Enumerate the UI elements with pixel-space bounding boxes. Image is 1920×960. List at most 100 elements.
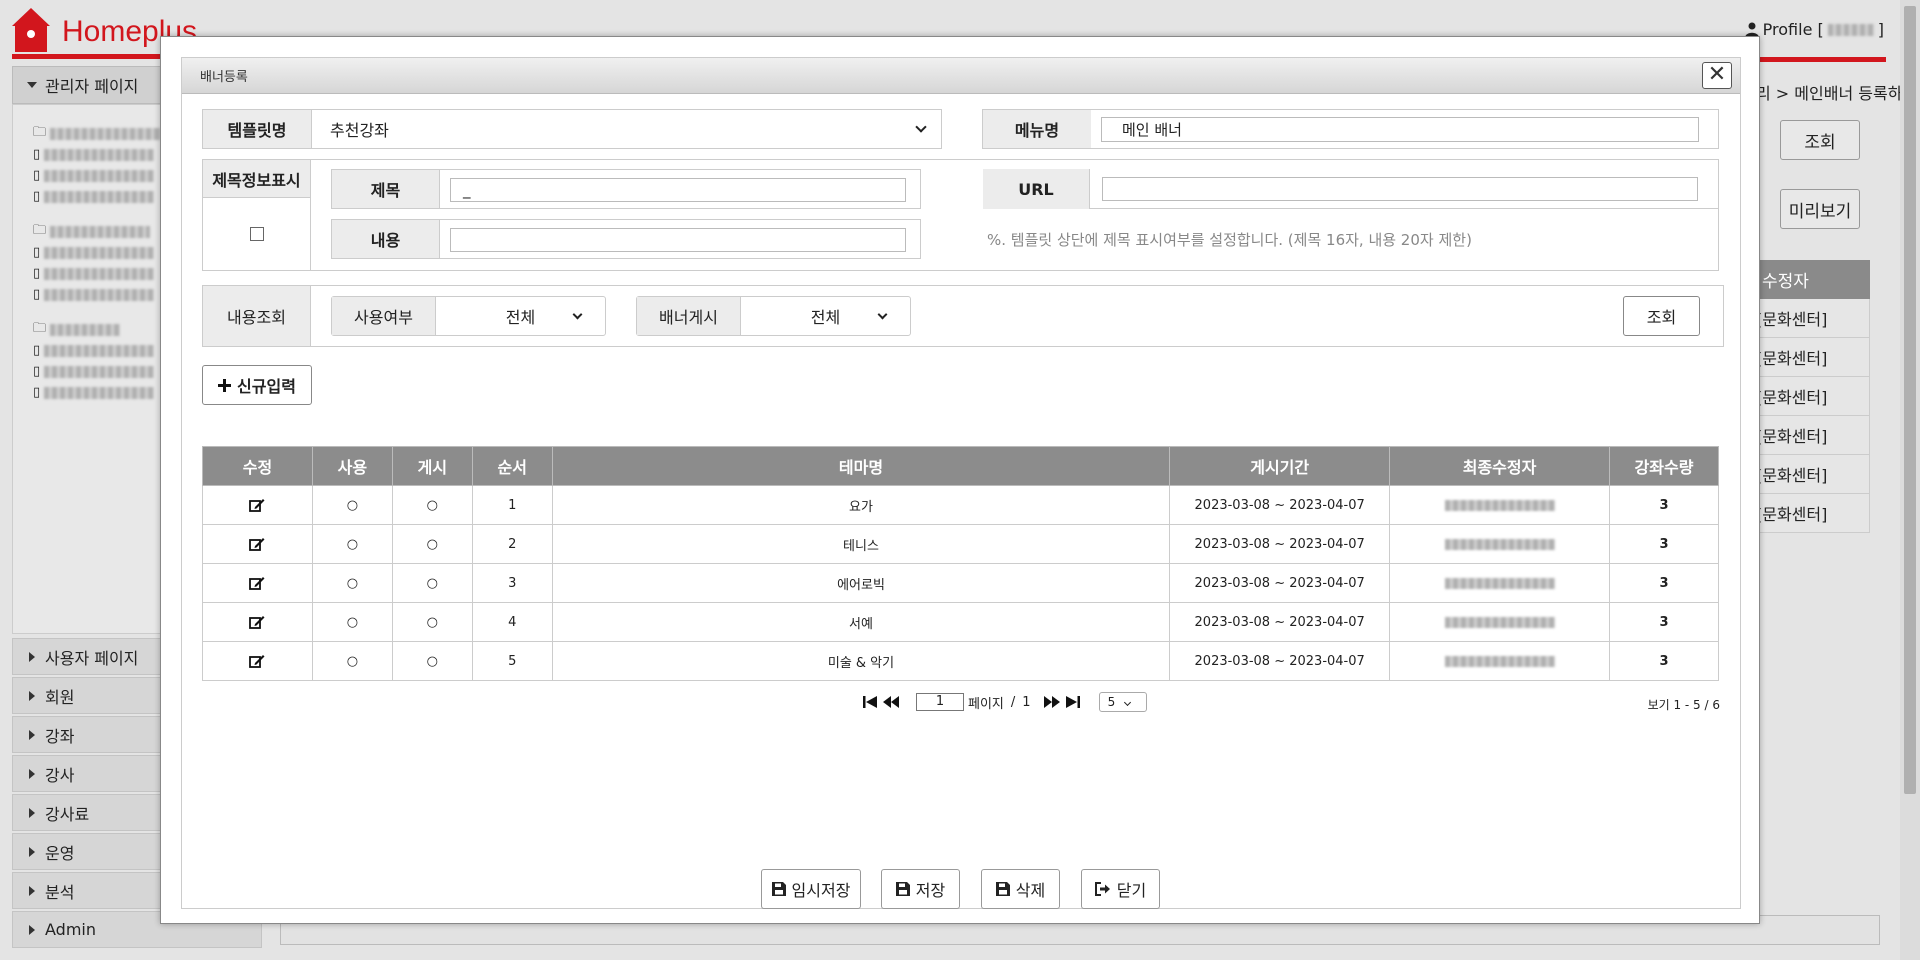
- folder-icon: 🗀: [33, 222, 47, 238]
- template-select[interactable]: 추천강좌: [311, 110, 941, 148]
- banner-table: 수정 사용 게시 순서 테마명 게시기간 최종수정자 강좌수량 ○ ○ 1 요가: [202, 446, 1719, 681]
- subject-field[interactable]: _: [450, 178, 906, 202]
- caret-right-icon: [29, 690, 35, 701]
- close-icon[interactable]: ✕: [1702, 62, 1732, 89]
- template-select-value: 추천강좌: [330, 121, 389, 140]
- phone-icon: ▯: [33, 189, 41, 204]
- post-filter-label: 배너게시: [637, 297, 741, 335]
- edit-icon[interactable]: [249, 615, 265, 630]
- modifier-cell: [1389, 641, 1610, 681]
- modifier-redacted: [1444, 499, 1555, 511]
- modifier-cell: [1389, 524, 1610, 564]
- profile-area[interactable]: Profile [ ]: [1744, 20, 1884, 39]
- background-cell: [문화센터]: [1756, 338, 1870, 377]
- background-search-button[interactable]: 조회: [1780, 120, 1860, 160]
- page-scrollbar[interactable]: [1900, 0, 1920, 960]
- new-entry-button[interactable]: 신규입력: [202, 365, 312, 405]
- last-page-icon[interactable]: [1065, 695, 1081, 709]
- edit-icon[interactable]: [249, 654, 265, 669]
- background-cell: [문화센터]: [1756, 494, 1870, 533]
- theme-cell: 요가: [551, 485, 1171, 525]
- sidebar-item-label: 강좌: [45, 726, 75, 746]
- title-display-checkbox[interactable]: [249, 227, 264, 241]
- period-cell: 2023-03-08 ~ 2023-04-07: [1169, 602, 1391, 642]
- sidebar-item-label: 분석: [45, 882, 75, 902]
- table-row: ○ ○ 4 서예 2023-03-08 ~ 2023-04-07 3: [202, 602, 1719, 642]
- sidebar-item-label: 회원: [45, 687, 75, 707]
- use-cell: ○: [311, 602, 393, 642]
- content-row: 내용: [331, 219, 921, 259]
- chevron-down-icon: [877, 309, 888, 320]
- phone-icon: ▯: [33, 245, 41, 260]
- new-entry-label: 신규입력: [237, 377, 296, 396]
- sidebar-item-label: 운영: [45, 843, 75, 863]
- phone-icon: ▯: [33, 287, 41, 302]
- previous-page-icon[interactable]: [882, 695, 900, 709]
- subject-label: 제목: [332, 170, 440, 208]
- save-label: 저장: [915, 881, 946, 900]
- modifier-redacted: [1444, 655, 1555, 667]
- table-row: ○ ○ 1 요가 2023-03-08 ~ 2023-04-07 3: [202, 485, 1719, 525]
- theme-cell: 미술 & 악기: [551, 641, 1171, 681]
- total-pages: 1: [1022, 694, 1031, 710]
- use-filter-value: 전체: [505, 308, 536, 327]
- post-cell: ○: [391, 641, 473, 681]
- table-row: ○ ○ 2 테니스 2023-03-08 ~ 2023-04-07 3: [202, 524, 1719, 564]
- period-cell: 2023-03-08 ~ 2023-04-07: [1169, 485, 1391, 525]
- modal-titlebar: 배너등록 ✕: [182, 58, 1740, 94]
- page-number-input[interactable]: 1: [916, 693, 964, 711]
- search-button[interactable]: 조회: [1623, 296, 1700, 336]
- edit-icon[interactable]: [249, 498, 265, 513]
- title-display-label: 제목정보표시: [203, 160, 311, 198]
- modifier-cell: [1389, 602, 1610, 642]
- background-cell: [문화센터]: [1756, 455, 1870, 494]
- caret-right-icon: [29, 729, 35, 740]
- profile-name-redacted: [1827, 23, 1874, 36]
- edit-icon[interactable]: [249, 576, 265, 591]
- title-info-box: 제목정보표시 제목 _ 내용 URL %. 템플릿 상단에 제목 표시여부를 설…: [202, 159, 1719, 271]
- edit-cell: [202, 485, 313, 525]
- scrollbar-thumb[interactable]: [1904, 6, 1916, 794]
- edit-cell: [202, 524, 313, 564]
- background-cell: [문화센터]: [1756, 377, 1870, 416]
- menu-name-field[interactable]: 메인 배너: [1101, 117, 1699, 142]
- order-cell: 3: [471, 563, 553, 603]
- search-section-label: 내용조회: [203, 286, 311, 346]
- background-cell: [문화센터]: [1756, 299, 1870, 338]
- post-cell: ○: [391, 485, 473, 525]
- delete-button[interactable]: 삭제: [981, 869, 1060, 909]
- logo-underline: [12, 54, 162, 59]
- background-preview-button[interactable]: 미리보기: [1780, 189, 1860, 229]
- url-field[interactable]: [1102, 177, 1698, 201]
- order-cell: 1: [471, 485, 553, 525]
- edit-icon[interactable]: [249, 537, 265, 552]
- caret-right-icon: [29, 807, 35, 818]
- banner-register-modal: 배너등록 ✕ 템플릿명 추천강좌 메뉴명 메인 배너 제목정보표시 제목 _ 내…: [160, 36, 1760, 924]
- close-button[interactable]: 닫기: [1081, 869, 1160, 909]
- page-label: 페이지: [968, 696, 1004, 712]
- column-header: 테마명: [551, 446, 1171, 486]
- chevron-down-icon: [1124, 698, 1132, 706]
- course-count-cell: 3: [1609, 563, 1719, 603]
- save-button[interactable]: 저장: [881, 869, 960, 909]
- next-page-icon[interactable]: [1043, 695, 1061, 709]
- period-cell: 2023-03-08 ~ 2023-04-07: [1169, 524, 1391, 564]
- temp-save-button[interactable]: 임시저장: [761, 869, 861, 909]
- caret-down-icon: [27, 82, 37, 88]
- content-label: 내용: [332, 220, 440, 258]
- phone-icon: ▯: [33, 385, 41, 400]
- use-cell: ○: [311, 563, 393, 603]
- phone-icon: ▯: [33, 147, 41, 162]
- folder-icon: 🗀: [33, 320, 47, 336]
- modifier-redacted: [1444, 616, 1555, 628]
- view-range-text: 보기 1 - 5 / 6: [1647, 698, 1720, 712]
- use-cell: ○: [311, 485, 393, 525]
- caret-right-icon: [29, 768, 35, 779]
- use-filter-select[interactable]: 전체: [436, 297, 605, 335]
- page-size-select[interactable]: 5: [1098, 692, 1147, 712]
- post-filter-select[interactable]: 전체: [741, 297, 910, 335]
- use-filter: 사용여부 전체: [331, 296, 606, 336]
- first-page-icon[interactable]: [862, 695, 878, 709]
- content-field[interactable]: [450, 228, 906, 252]
- caret-right-icon: [29, 924, 35, 935]
